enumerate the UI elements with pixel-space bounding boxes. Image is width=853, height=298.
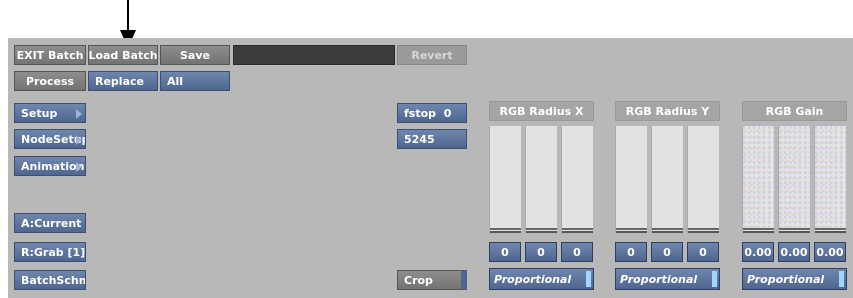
radius-x-b-slider[interactable] [561,126,593,233]
toggle-indicator-icon [586,271,591,287]
gain-r-value[interactable]: 0.00 [742,242,774,262]
submenu-arrow-icon [76,135,82,145]
gain-b-slider[interactable] [814,126,846,233]
radius-x-r-slider[interactable] [489,126,521,233]
radius-y-proportional-toggle[interactable]: Proportional [615,268,720,290]
all-button[interactable]: All [160,71,230,91]
radius-y-g-slider[interactable] [651,126,683,233]
radius-x-proportional-toggle[interactable]: Proportional [489,268,594,290]
gain-g-slider[interactable] [778,126,810,233]
r-grab-button[interactable]: R:Grab [1] [14,242,86,262]
setup-button[interactable]: Setup [14,103,86,123]
load-batch-button[interactable]: Load Batch [88,45,158,65]
radius-y-b-value[interactable]: 0 [687,242,719,262]
submenu-arrow-icon [76,162,82,172]
rgb-radius-y-header: RGB Radius Y [615,101,720,121]
radius-x-g-value[interactable]: 0 [525,242,557,262]
gain-proportional-toggle[interactable]: Proportional [742,268,847,290]
gain-r-slider[interactable] [742,126,774,233]
gain-g-value[interactable]: 0.00 [778,242,810,262]
node-setup-button[interactable]: NodeSetup [14,129,86,149]
toggle-indicator-icon [839,271,844,287]
fstop-field[interactable]: fstop 0 [397,103,467,123]
batch-schm-button[interactable]: BatchSchm [14,270,86,290]
frame-number-field[interactable]: 5245 [397,129,467,149]
submenu-arrow-icon [76,109,82,119]
exit-batch-button[interactable]: EXIT Batch [14,45,86,65]
a-current-button[interactable]: A:Current [14,213,86,233]
process-button[interactable]: Process [14,71,86,91]
radius-y-g-value[interactable]: 0 [651,242,683,262]
toggle-indicator-icon [712,271,717,287]
radius-x-r-value[interactable]: 0 [489,242,521,262]
revert-button[interactable]: Revert [397,45,467,65]
batch-name-field[interactable] [233,45,395,65]
gain-b-value[interactable]: 0.00 [814,242,846,262]
rgb-gain-header: RGB Gain [742,101,847,121]
radius-y-r-slider[interactable] [615,126,647,233]
radius-y-b-slider[interactable] [687,126,719,233]
radius-x-b-value[interactable]: 0 [561,242,593,262]
rgb-radius-x-header: RGB Radius X [489,101,594,121]
radius-x-g-slider[interactable] [525,126,557,233]
animation-button[interactable]: Animation [14,156,86,176]
crop-button[interactable]: Crop [397,270,467,290]
replace-button[interactable]: Replace [88,71,158,91]
radius-y-r-value[interactable]: 0 [615,242,647,262]
save-button[interactable]: Save [160,45,230,65]
